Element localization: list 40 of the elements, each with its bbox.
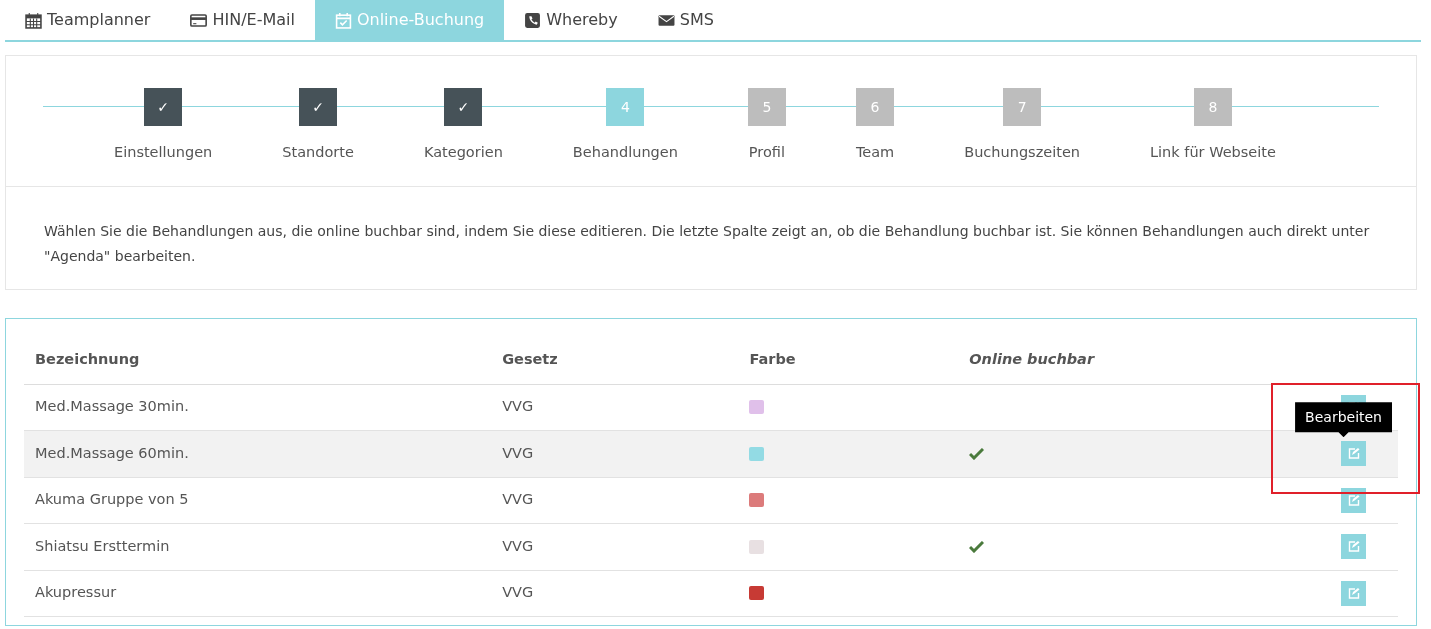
card-icon <box>190 11 208 29</box>
column-header: Farbe <box>738 342 959 384</box>
edit-icon <box>1347 494 1360 506</box>
step-marker[interactable]: ✓ <box>299 88 338 126</box>
table-cell: Akupressur <box>24 570 492 617</box>
step-marker[interactable]: ✓ <box>144 88 183 126</box>
table-cell: Med.Massage 30min. <box>24 384 492 431</box>
step-label: Kategorien <box>423 143 503 162</box>
table-cell: VVG <box>491 523 739 570</box>
table-cell: VVG <box>491 570 739 617</box>
edit-icon <box>1347 541 1360 553</box>
edit-icon <box>1347 587 1360 599</box>
step-label: Profil <box>748 143 785 162</box>
tab[interactable]: HIN/E-Mail <box>170 0 315 40</box>
step-marker[interactable]: ✓ <box>444 88 483 126</box>
step-label: Standorte <box>282 143 354 162</box>
table-cell: VVG <box>491 384 739 431</box>
table-cell: Akuma Gruppe von 5 <box>24 477 492 524</box>
step-label: Link für Webseite <box>1150 143 1276 162</box>
table-cell: Shiatsu Ersttermin <box>24 523 492 570</box>
tooltip: Bearbeiten <box>1295 402 1392 438</box>
column-header: Gesetz <box>491 342 739 384</box>
tab[interactable]: SMS <box>637 0 734 40</box>
table-cell: VVG <box>491 430 739 477</box>
tab[interactable]: Teamplanner <box>5 0 171 40</box>
step-label: Team <box>855 143 895 162</box>
intro-text: Wählen Sie die Behandlungen aus, die online buchbar sind, indem Sie diese editieren. Die letzte Spalte zeigt an, ob die Behandlung buchbar ist. Sie können Behandlungen auch direkt unter "Agenda" bearbeiten. <box>43 221 1371 266</box>
tab[interactable]: Whereby <box>504 0 638 40</box>
table-cell: VVG <box>491 477 739 524</box>
calendar-icon <box>25 11 42 29</box>
step-label: Einstellungen <box>114 143 213 162</box>
step-label: Buchungszeiten <box>964 143 1080 162</box>
edit-button[interactable] <box>1341 487 1366 513</box>
phone-icon <box>524 11 542 29</box>
edit-icon <box>1347 448 1360 460</box>
table-cell: Med.Massage 60min. <box>24 430 492 477</box>
column-header: Bezeichnung <box>24 342 492 384</box>
step-label: Behandlungen <box>572 143 678 162</box>
column-header: Online buchbar <box>958 342 1302 384</box>
calendar-check-icon <box>334 11 352 29</box>
